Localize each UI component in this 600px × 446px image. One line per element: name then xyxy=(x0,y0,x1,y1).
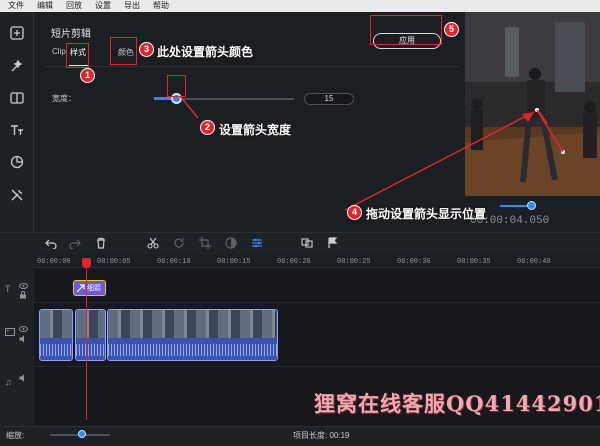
insert-icon[interactable] xyxy=(300,236,314,250)
track-headers xyxy=(0,254,34,426)
annotation-badge-5: 5 xyxy=(444,22,459,37)
tab-clip[interactable]: Clip xyxy=(52,47,66,56)
ruler-tick: 00:00:00 xyxy=(37,258,71,266)
width-label: 宽度： xyxy=(52,94,76,103)
annotation-box-color-tab xyxy=(110,37,137,65)
menu-help[interactable]: 帮助 xyxy=(153,0,169,12)
preview-frame-image xyxy=(465,12,600,196)
ruler-tick: 00:00:15 xyxy=(217,258,251,266)
title-clip-label: 细箭 xyxy=(87,285,101,292)
zoom-slider-thumb[interactable] xyxy=(78,430,86,438)
video-track-icon xyxy=(5,327,15,339)
music-track-icon: ♫ xyxy=(5,377,12,387)
ruler-tick: 00:00:30 xyxy=(397,258,431,266)
video-preview[interactable] xyxy=(465,12,600,196)
ruler-tick: 00:00:10 xyxy=(157,258,191,266)
text-track-icon: T xyxy=(5,284,11,294)
title-clip[interactable]: 细箭 xyxy=(73,280,106,296)
annotation-text-2: 设置箭头宽度 xyxy=(219,123,292,137)
transitions-icon[interactable] xyxy=(6,87,28,109)
effects-icon[interactable] xyxy=(6,55,28,77)
video-clip[interactable] xyxy=(39,309,73,361)
delete-icon[interactable] xyxy=(94,236,108,250)
track-mute-icon[interactable] xyxy=(19,374,28,384)
playhead-line[interactable] xyxy=(86,258,87,420)
color-adjust-icon[interactable] xyxy=(224,236,238,250)
ruler-tick: 00:00:05 xyxy=(97,258,131,266)
menu-export[interactable]: 导出 xyxy=(124,0,140,12)
annotation-text-3: 此处设置箭头颜色 xyxy=(157,45,254,59)
ruler-tick: 00:00:25 xyxy=(337,258,371,266)
menu-edit[interactable]: 编辑 xyxy=(37,0,53,12)
ruler-tick: 00:00:35 xyxy=(457,258,491,266)
annotation-badge-4: 4 xyxy=(347,205,362,220)
tools-icon[interactable] xyxy=(6,184,28,206)
clip-properties-icon[interactable] xyxy=(250,236,264,250)
watermark-text: 狸窝在线客服QQ41442901 xyxy=(314,391,600,416)
cut-icon[interactable] xyxy=(146,236,160,250)
lane-divider xyxy=(34,302,600,303)
ruler-tick: 00:00:20 xyxy=(277,258,311,266)
crop-icon[interactable] xyxy=(198,236,212,250)
menu-bar: 文件 编辑 回放 设置 导出 帮助 xyxy=(0,0,600,12)
zoom-label: 缩放: xyxy=(6,431,25,440)
track-visibility-icon[interactable] xyxy=(19,324,28,334)
preview-scrubber-thumb[interactable] xyxy=(527,201,536,210)
project-length: 项目长度: 00:19 xyxy=(293,431,350,440)
redo-icon[interactable] xyxy=(68,236,82,250)
lane-divider xyxy=(34,366,600,367)
import-icon[interactable] xyxy=(6,22,28,44)
width-value-field[interactable]: 15 xyxy=(304,93,354,105)
arrow-icon xyxy=(76,283,85,292)
divider xyxy=(44,66,459,67)
titles-icon[interactable] xyxy=(6,119,28,141)
track-visibility-icon[interactable] xyxy=(19,281,28,291)
video-clip[interactable] xyxy=(75,309,106,361)
menu-file[interactable]: 文件 xyxy=(8,0,24,12)
marker-flag-icon[interactable] xyxy=(326,236,340,250)
menu-playback[interactable]: 回放 xyxy=(66,0,82,12)
stickers-icon[interactable] xyxy=(6,151,28,173)
playhead-handle[interactable] xyxy=(82,258,91,268)
undo-icon[interactable] xyxy=(44,236,58,250)
video-clip[interactable] xyxy=(107,309,278,361)
ruler-tick: 00:00:40 xyxy=(517,258,551,266)
track-mute-icon[interactable] xyxy=(19,335,28,345)
annotation-box-slider xyxy=(167,75,186,97)
menu-settings[interactable]: 设置 xyxy=(95,0,111,12)
annotation-badge-2: 2 xyxy=(200,120,215,135)
annotation-badge-1: 1 xyxy=(80,68,95,83)
track-lock-icon[interactable] xyxy=(19,291,27,301)
annotation-badge-3: 3 xyxy=(139,42,154,57)
panel-title: 短片剪辑 xyxy=(51,29,91,40)
annotation-text-4: 拖动设置箭头显示位置 xyxy=(366,207,487,221)
annotation-box-style-tab xyxy=(66,43,89,68)
rotate-icon[interactable] xyxy=(172,236,186,250)
annotation-box-apply xyxy=(370,15,442,45)
